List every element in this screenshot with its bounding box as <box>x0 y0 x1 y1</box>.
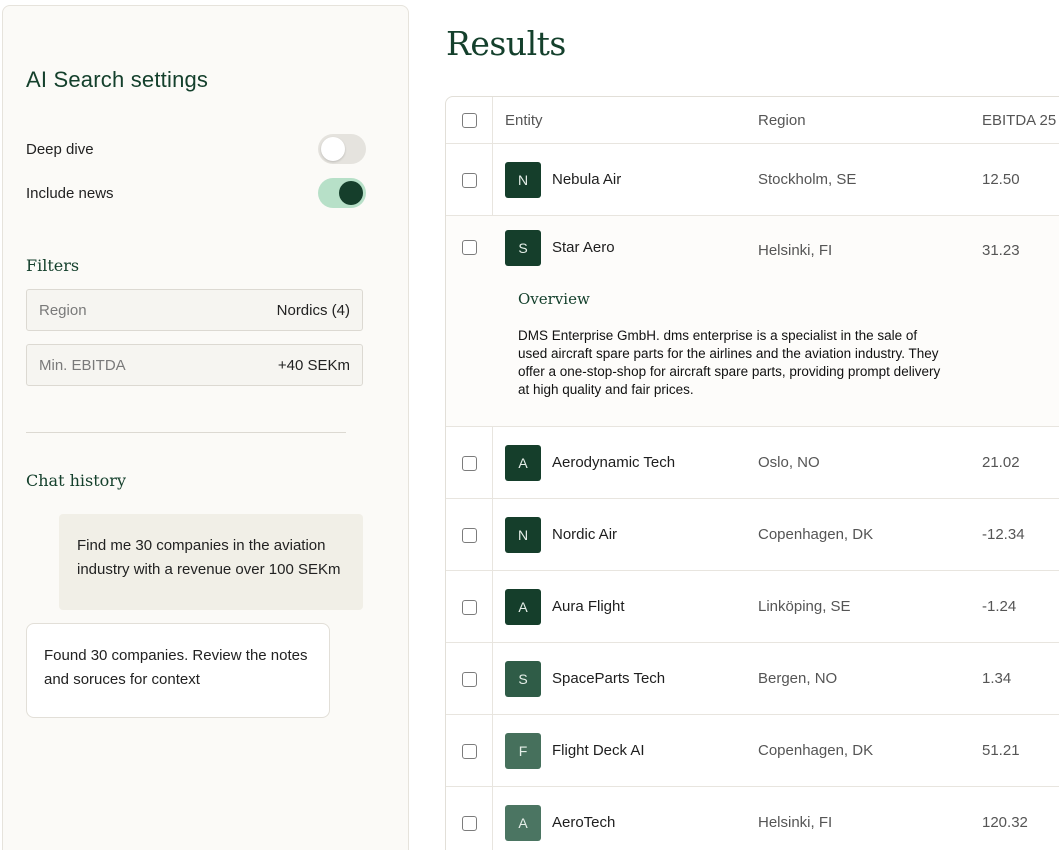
filter-label: Min. EBITDA <box>39 356 126 374</box>
entity-region: Linköping, SE <box>758 598 851 615</box>
entity-ebitda: 12.50 <box>982 171 1020 188</box>
settings-sidebar: AI Search settings Deep dive Include new… <box>2 5 409 850</box>
toggle-label: Include news <box>26 184 114 202</box>
entity-name[interactable]: Nordic Air <box>552 526 617 543</box>
toggle-row-include-news: Include news <box>26 177 366 209</box>
filter-value: +40 SEKm <box>277 356 350 374</box>
avatar-initial: N <box>517 172 529 188</box>
entity-ebitda: 21.02 <box>982 454 1020 471</box>
avatar-initial: S <box>518 240 528 256</box>
column-header-ebitda[interactable]: EBITDA 25 <box>982 112 1056 129</box>
deep-dive-toggle[interactable] <box>318 134 366 164</box>
entity-region: Bergen, NO <box>758 670 838 687</box>
assistant-chat-message: Found 30 companies. Review the notes and… <box>26 623 330 718</box>
toggle-label: Deep dive <box>26 140 94 158</box>
column-header-entity[interactable]: Entity <box>505 112 543 129</box>
table-row[interactable]: N Nebula Air Stockholm, SE 12.50 <box>446 144 1059 216</box>
table-row[interactable]: A Aura Flight Linköping, SE -1.24 <box>446 571 1059 643</box>
entity-region: Helsinki, FI <box>758 242 833 259</box>
entity-ebitda: 51.21 <box>982 742 1020 759</box>
avatar-initial: N <box>517 527 529 543</box>
column-header-region[interactable]: Region <box>758 112 806 129</box>
table-row[interactable]: S SpaceParts Tech Bergen, NO 1.34 <box>446 643 1059 715</box>
table-row[interactable]: N Nordic Air Copenhagen, DK -12.34 <box>446 499 1059 571</box>
filter-value: Nordics (4) <box>276 301 350 319</box>
table-header: Entity Region EBITDA 25 <box>446 97 1059 144</box>
toggle-knob <box>339 181 363 205</box>
entity-avatar: A <box>505 445 541 481</box>
entity-name[interactable]: Nebula Air <box>552 171 621 188</box>
entity-avatar: N <box>505 517 541 553</box>
user-chat-message: Find me 30 companies in the aviation ind… <box>59 514 363 610</box>
row-checkbox[interactable] <box>462 240 477 255</box>
entity-name[interactable]: Flight Deck AI <box>552 742 645 759</box>
entity-ebitda: -1.24 <box>982 598 1017 615</box>
entity-ebitda: -12.34 <box>982 526 1025 543</box>
entity-avatar: F <box>505 733 541 769</box>
chat-history-heading: Chat history <box>26 471 126 490</box>
filter-label: Region <box>39 301 87 319</box>
overview-text: DMS Enterprise GmbH. dms enterprise is a… <box>518 328 941 397</box>
entity-ebitda: 1.34 <box>982 670 1012 687</box>
region-filter[interactable]: Region Nordics (4) <box>26 289 363 331</box>
avatar-initial: A <box>518 815 528 831</box>
entity-avatar: N <box>505 162 541 198</box>
entity-name[interactable]: Aura Flight <box>552 598 625 615</box>
row-checkbox[interactable] <box>462 600 477 615</box>
entity-avatar: A <box>505 805 541 841</box>
entity-region: Oslo, NO <box>758 454 820 471</box>
toggle-row-deep-dive: Deep dive <box>26 133 366 165</box>
toggle-knob <box>321 137 345 161</box>
row-checkbox[interactable] <box>462 528 477 543</box>
divider <box>26 432 346 433</box>
row-checkbox[interactable] <box>462 744 477 759</box>
entity-name[interactable]: AeroTech <box>552 814 615 831</box>
page-title: Results <box>446 24 566 63</box>
entity-region: Stockholm, SE <box>758 171 857 188</box>
filters-heading: Filters <box>26 256 80 275</box>
entity-name[interactable]: Star Aero <box>552 239 615 256</box>
table-row[interactable]: A AeroTech Helsinki, FI 120.32 <box>446 787 1059 850</box>
results-table: Entity Region EBITDA 25 N Nebula Air Sto… <box>445 96 1059 850</box>
avatar-initial: S <box>518 671 528 687</box>
avatar-initial: F <box>518 743 528 759</box>
table-row-expanded[interactable]: S Star Aero Helsinki, FI 31.23 Overview … <box>446 216 1059 427</box>
overview-heading: Overview <box>518 290 590 308</box>
select-all-checkbox[interactable] <box>462 113 477 128</box>
table-row[interactable]: F Flight Deck AI Copenhagen, DK 51.21 <box>446 715 1059 787</box>
entity-avatar: S <box>505 230 541 266</box>
row-checkbox[interactable] <box>462 672 477 687</box>
entity-name[interactable]: Aerodynamic Tech <box>552 454 675 471</box>
row-checkbox[interactable] <box>462 173 477 188</box>
entity-ebitda: 120.32 <box>982 814 1028 831</box>
row-checkbox[interactable] <box>462 816 477 831</box>
avatar-initial: A <box>518 455 528 471</box>
sidebar-title: AI Search settings <box>26 67 209 92</box>
entity-ebitda: 31.23 <box>982 242 1020 259</box>
entity-region: Helsinki, FI <box>758 814 833 831</box>
entity-avatar: A <box>505 589 541 625</box>
table-row[interactable]: A Aerodynamic Tech Oslo, NO 21.02 <box>446 427 1059 499</box>
avatar-initial: A <box>518 599 528 615</box>
row-checkbox[interactable] <box>462 456 477 471</box>
entity-region: Copenhagen, DK <box>758 742 874 759</box>
include-news-toggle[interactable] <box>318 178 366 208</box>
entity-name[interactable]: SpaceParts Tech <box>552 670 665 687</box>
entity-avatar: S <box>505 661 541 697</box>
entity-region: Copenhagen, DK <box>758 526 874 543</box>
min-ebitda-filter[interactable]: Min. EBITDA +40 SEKm <box>26 344 363 386</box>
